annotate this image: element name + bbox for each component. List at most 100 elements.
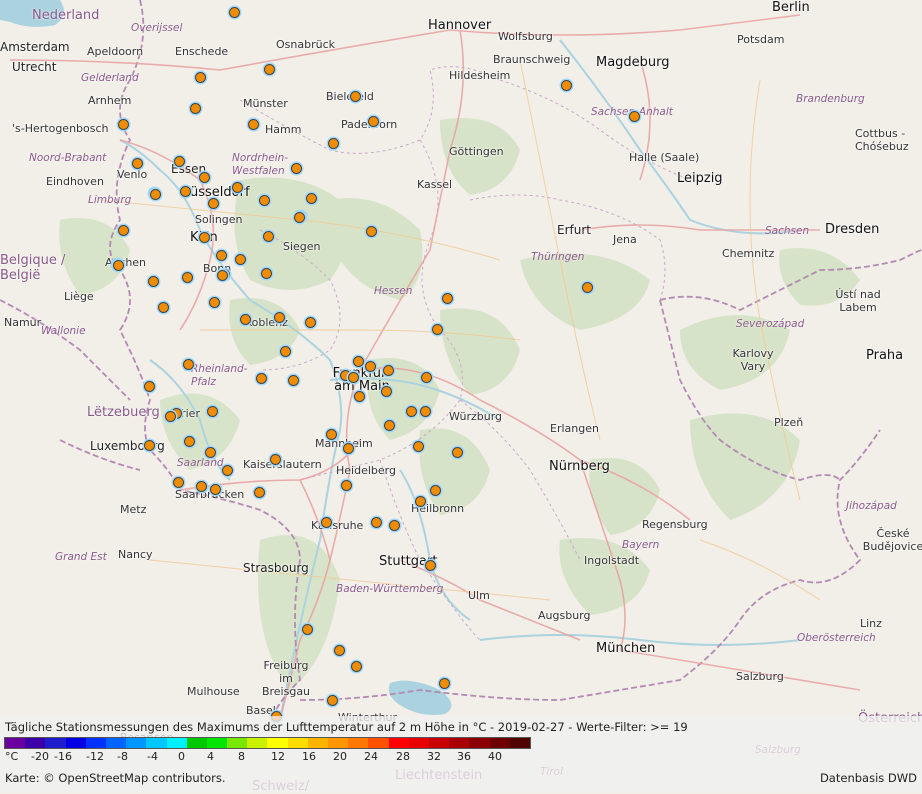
station-marker[interactable] [259,195,270,206]
station-marker[interactable] [561,80,572,91]
station-marker[interactable] [182,272,193,283]
station-marker[interactable] [291,163,302,174]
station-marker[interactable] [452,447,463,458]
station-marker[interactable] [274,312,285,323]
station-marker[interactable] [430,485,441,496]
city-label: Chemnitz [722,247,775,260]
station-marker[interactable] [254,487,265,498]
station-marker[interactable] [235,254,246,265]
station-marker[interactable] [217,270,228,281]
city-label: Freiburg im Breisgau [261,659,311,698]
station-marker[interactable] [326,429,337,440]
station-marker[interactable] [113,260,124,271]
station-marker[interactable] [350,91,361,102]
station-marker[interactable] [305,317,316,328]
station-marker[interactable] [421,372,432,383]
station-marker[interactable] [263,231,274,242]
station-marker[interactable] [348,372,359,383]
station-marker[interactable] [413,441,424,452]
station-marker[interactable] [240,314,251,325]
station-marker[interactable] [383,365,394,376]
station-marker[interactable] [351,661,362,672]
station-marker[interactable] [184,436,195,447]
station-marker[interactable] [180,186,191,197]
scale-swatch [408,738,429,748]
station-marker[interactable] [415,496,426,507]
city-label: Wolfsburg [498,30,553,43]
station-marker[interactable] [190,103,201,114]
station-marker[interactable] [270,454,281,465]
station-marker[interactable] [118,225,129,236]
city-label: Heidelberg [336,464,396,477]
station-marker[interactable] [195,72,206,83]
station-marker[interactable] [306,193,317,204]
city-label: Magdeburg [596,55,670,70]
station-marker[interactable] [280,346,291,357]
station-marker[interactable] [158,302,169,313]
station-marker[interactable] [165,411,176,422]
station-marker[interactable] [222,465,233,476]
station-marker[interactable] [341,480,352,491]
country-label: Belgique / België [0,253,66,283]
city-label: Nancy [118,548,153,561]
station-marker[interactable] [209,297,220,308]
city-label: Mulhouse [187,685,240,698]
station-marker[interactable] [261,268,272,279]
city-label: Utrecht [12,60,57,74]
station-marker[interactable] [365,361,376,372]
station-marker[interactable] [328,138,339,149]
station-marker[interactable] [302,624,313,635]
station-marker[interactable] [144,381,155,392]
scale-tick-label: 4 [207,750,214,763]
station-marker[interactable] [232,182,243,193]
station-marker[interactable] [425,560,436,571]
station-marker[interactable] [248,119,259,130]
station-marker[interactable] [294,212,305,223]
region-label: Hessen [374,285,413,297]
city-label: Ingolstadt [584,554,640,567]
station-marker[interactable] [196,481,207,492]
station-marker[interactable] [389,520,400,531]
station-marker[interactable] [371,517,382,528]
station-marker[interactable] [144,440,155,451]
station-marker[interactable] [354,391,365,402]
station-marker[interactable] [148,276,159,287]
station-marker[interactable] [174,156,185,167]
scale-swatch [45,738,66,748]
station-marker[interactable] [118,119,129,130]
station-marker[interactable] [208,198,219,209]
station-marker[interactable] [381,386,392,397]
station-marker[interactable] [205,447,216,458]
station-marker[interactable] [442,293,453,304]
station-marker[interactable] [439,678,450,689]
station-marker[interactable] [420,406,431,417]
station-marker[interactable] [183,359,194,370]
station-marker[interactable] [199,172,210,183]
station-marker[interactable] [629,111,640,122]
station-marker[interactable] [368,116,379,127]
station-marker[interactable] [406,406,417,417]
station-marker[interactable] [264,64,275,75]
station-marker[interactable] [216,250,227,261]
station-marker[interactable] [199,232,210,243]
data-credit: Datenbasis DWD [819,771,917,785]
station-marker[interactable] [229,7,240,18]
station-marker[interactable] [207,406,218,417]
station-marker[interactable] [150,189,161,200]
station-marker[interactable] [173,477,184,488]
region-label: Noord-Brabant [29,152,107,164]
station-marker[interactable] [210,484,221,495]
region-label: Brandenburg [796,93,865,105]
station-marker[interactable] [384,420,395,431]
station-marker[interactable] [343,443,354,454]
station-marker[interactable] [353,356,364,367]
station-marker[interactable] [321,517,332,528]
station-marker[interactable] [288,375,299,386]
station-marker[interactable] [256,373,267,384]
station-marker[interactable] [132,158,143,169]
station-marker[interactable] [366,226,377,237]
station-marker[interactable] [327,695,338,706]
station-marker[interactable] [582,282,593,293]
station-marker[interactable] [334,645,345,656]
station-marker[interactable] [432,324,443,335]
